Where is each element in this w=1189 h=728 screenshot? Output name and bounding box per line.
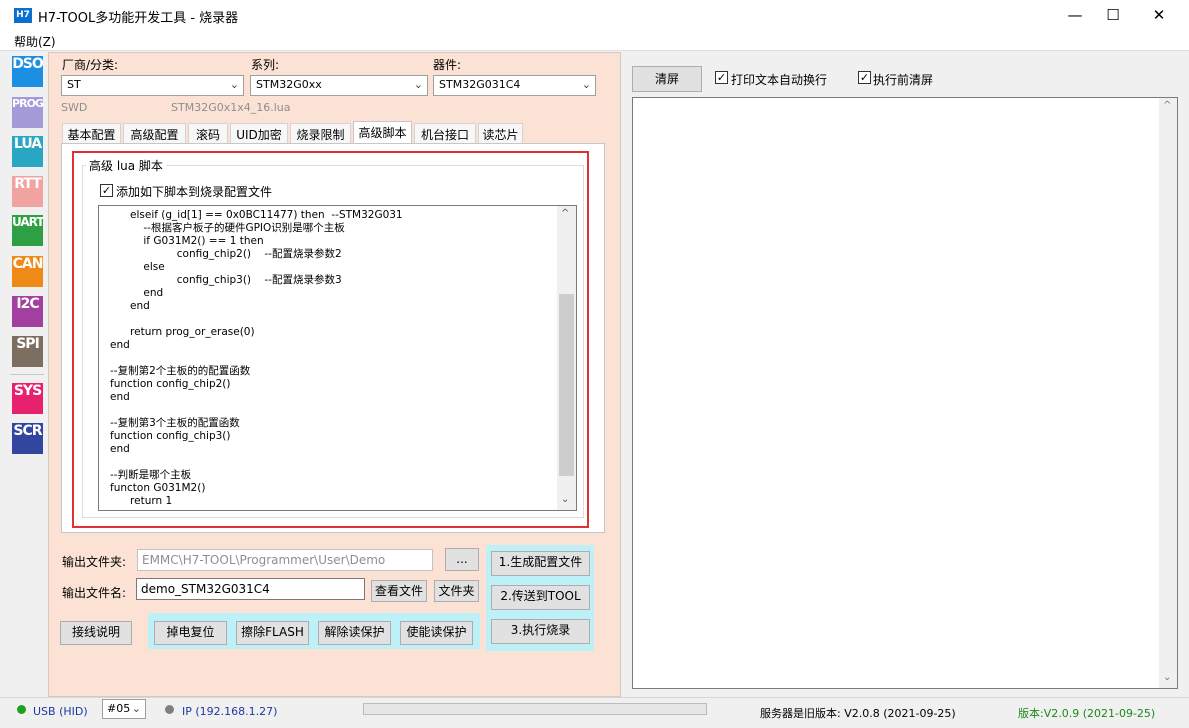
wiring-guide-button[interactable]: 接线说明 — [60, 621, 132, 645]
sidebar-i2c-button[interactable]: I2C — [12, 296, 43, 327]
output-folder-field[interactable]: EMMC\H7-TOOL\Programmer\User\Demo — [137, 549, 433, 571]
usb-status-label: USB (HID) — [33, 705, 88, 718]
enable-read-protect-button[interactable]: 使能读保护 — [400, 621, 473, 645]
close-button[interactable]: ✕ — [1136, 0, 1182, 32]
scroll-down-icon[interactable]: ⌄ — [1163, 672, 1171, 683]
sidebar-sys-button[interactable]: SYS — [12, 383, 43, 414]
scroll-up-icon[interactable]: ^ — [561, 208, 569, 219]
device-label: 器件: — [433, 58, 462, 72]
scroll-down-icon[interactable]: ⌄ — [561, 494, 569, 505]
script-editor[interactable]: elseif (g_id[1] == 0x0BC11477) then --ST… — [98, 205, 577, 511]
tab-uid-encrypt[interactable]: UID加密 — [230, 123, 288, 143]
output-filename-field[interactable]: demo_STM32G031C4 — [136, 578, 365, 600]
lua-file-label: STM32G0x1x4_16.lua — [171, 101, 291, 114]
browse-folder-button[interactable]: ... — [445, 548, 479, 571]
tab-fixture-interface[interactable]: 机台接口 — [414, 123, 476, 143]
divider — [0, 50, 1189, 51]
open-folder-button[interactable]: 文件夹 — [434, 580, 479, 602]
auto-wrap-label: 打印文本自动换行 — [731, 73, 828, 87]
script-scroll-thumb[interactable] — [559, 294, 574, 476]
sidebar-uart-button[interactable]: UART — [12, 215, 45, 246]
sidebar-scr-button[interactable]: SCR — [12, 423, 43, 454]
erase-flash-button[interactable]: 擦除FLASH — [236, 621, 309, 645]
console-scrollbar[interactable] — [1159, 98, 1177, 688]
tab-program-limit[interactable]: 烧录限制 — [290, 123, 351, 143]
generate-config-button[interactable]: 1.生成配置文件 — [491, 551, 590, 576]
chevron-down-icon: ⌄ — [413, 78, 423, 91]
tab-read-chip[interactable]: 读芯片 — [478, 123, 523, 143]
device-number-select[interactable]: #05 ⌄ — [102, 699, 146, 719]
progress-bar — [363, 703, 707, 715]
interface-label: SWD — [61, 101, 88, 114]
local-version-label: 版本:V2.0.9 (2021-09-25) — [1018, 707, 1156, 720]
sidebar-dso-button[interactable]: DSO — [12, 56, 44, 87]
vendor-select[interactable]: ST ⌄ — [61, 75, 244, 96]
menu-bar: 帮助(Z) — [0, 32, 1189, 50]
ip-status-label: IP (192.168.1.27) — [182, 705, 278, 718]
app-icon: H7 — [14, 8, 32, 23]
output-filename-label: 输出文件名: — [62, 586, 127, 600]
tab-advanced-script[interactable]: 高级脚本 — [353, 121, 412, 144]
ip-status-dot — [165, 705, 174, 714]
add-script-checkbox[interactable]: ✓ — [100, 184, 113, 197]
scroll-up-icon[interactable]: ^ — [1163, 100, 1171, 111]
usb-status-dot — [17, 705, 26, 714]
title-bar: H7 H7-TOOL多功能开发工具 - 烧录器 — ☐ ✕ — [0, 0, 1189, 32]
sidebar-spi-button[interactable]: SPI — [12, 336, 43, 367]
chevron-down-icon: ⌄ — [581, 78, 591, 91]
script-group-title: 高级 lua 脚本 — [86, 157, 166, 174]
sidebar-lua-button[interactable]: LUA — [12, 136, 43, 167]
tab-rolling-code[interactable]: 滚码 — [188, 123, 228, 143]
series-select[interactable]: STM32G0xx ⌄ — [250, 75, 428, 96]
device-select[interactable]: STM32G031C4 ⌄ — [433, 75, 596, 96]
clear-screen-button[interactable]: 清屏 — [632, 66, 702, 92]
window-title: H7-TOOL多功能开发工具 - 烧录器 — [38, 11, 239, 26]
clear-before-run-checkbox[interactable]: ✓ — [858, 71, 871, 84]
power-reset-button[interactable]: 掉电复位 — [154, 621, 227, 645]
execute-program-button[interactable]: 3.执行烧录 — [491, 619, 590, 644]
add-script-label: 添加如下脚本到烧录配置文件 — [116, 185, 273, 199]
sidebar-rtt-button[interactable]: RTT — [12, 176, 43, 207]
chevron-down-icon: ⌄ — [131, 702, 141, 715]
chevron-down-icon: ⌄ — [229, 78, 239, 91]
maximize-button[interactable]: ☐ — [1090, 0, 1136, 32]
series-label: 系列: — [251, 58, 280, 72]
view-file-button[interactable]: 查看文件 — [371, 580, 427, 602]
output-folder-label: 输出文件夹: — [62, 555, 127, 569]
sidebar-separator — [10, 374, 44, 375]
sidebar-prog-button[interactable]: PROG — [12, 97, 44, 128]
tab-advanced-config[interactable]: 高级配置 — [123, 123, 186, 143]
vendor-label: 厂商/分类: — [62, 58, 119, 72]
server-version-label: 服务器是旧版本: V2.0.8 (2021-09-25) — [760, 707, 956, 720]
output-console[interactable]: ^ ⌄ — [632, 97, 1178, 689]
unlock-read-button[interactable]: 解除读保护 — [318, 621, 391, 645]
tab-basic-config[interactable]: 基本配置 — [62, 123, 121, 143]
script-code: elseif (g_id[1] == 0x0BC11477) then --ST… — [110, 209, 403, 507]
sidebar-can-button[interactable]: CAN — [12, 256, 43, 287]
transfer-to-tool-button[interactable]: 2.传送到TOOL — [491, 585, 590, 610]
auto-wrap-checkbox[interactable]: ✓ — [715, 71, 728, 84]
clear-before-run-label: 执行前清屏 — [873, 73, 934, 87]
menu-help[interactable]: 帮助(Z) — [14, 33, 56, 50]
